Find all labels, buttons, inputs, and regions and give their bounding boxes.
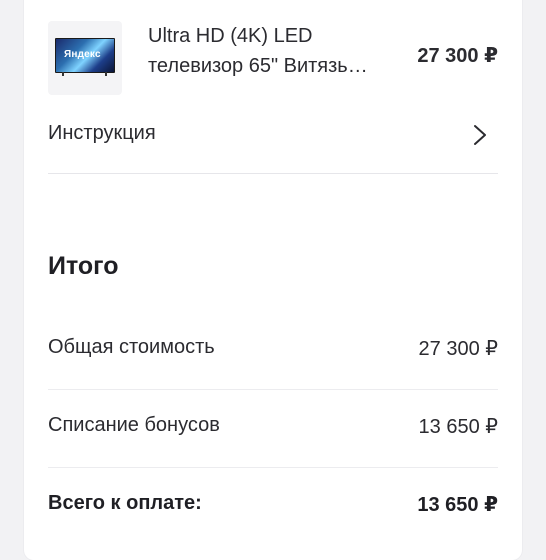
instruction-link[interactable]: Инструкция [48, 118, 498, 174]
tv-stand-left [62, 72, 64, 76]
summary-row-label: Общая стоимость [48, 336, 215, 358]
chevron-right-icon [474, 125, 486, 145]
summary-row-label: Списание бонусов [48, 414, 220, 436]
summary-row-bonus-writeoff: Списание бонусов 13 650 ₽ [48, 389, 498, 468]
product-row[interactable]: Яндекс Ultra HD (4K) LED телевизор 65" В… [48, 21, 498, 95]
summary-row-amount-due: Всего к оплате: 13 650 ₽ [48, 467, 498, 545]
summary-row-total-cost: Общая стоимость 27 300 ₽ [48, 311, 498, 390]
summary-row-label: Всего к оплате: [48, 492, 202, 514]
tv-stand-right [105, 72, 107, 76]
summary-title: Итого [48, 252, 119, 280]
product-name[interactable]: Ultra HD (4K) LED телевизор 65" Витязь 6… [148, 21, 388, 81]
product-price: 27 300 ₽ [417, 45, 498, 67]
summary-row-value: 13 650 ₽ [417, 494, 498, 516]
tv-image: Яндекс [55, 38, 115, 73]
summary-row-value: 27 300 ₽ [418, 338, 498, 360]
tv-screen-logo: Яндекс [64, 49, 101, 60]
order-card: Яндекс Ultra HD (4K) LED телевизор 65" В… [24, 0, 522, 560]
product-thumbnail[interactable]: Яндекс [48, 21, 122, 95]
summary-row-value: 13 650 ₽ [418, 416, 498, 438]
instruction-label: Инструкция [48, 122, 156, 144]
